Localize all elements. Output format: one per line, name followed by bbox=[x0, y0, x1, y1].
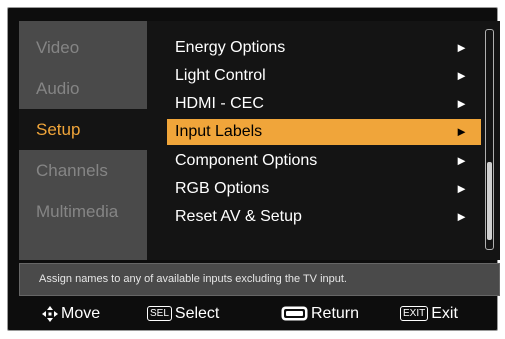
arrow-right-icon: ► bbox=[455, 40, 468, 55]
menu-item-hdmi-cec[interactable]: HDMI - CEC ► bbox=[167, 91, 481, 117]
sel-key-icon: SEL bbox=[147, 306, 172, 321]
return-hint: Return bbox=[281, 300, 359, 328]
sidebar-item-setup[interactable]: Setup bbox=[19, 109, 147, 150]
sidebar-item-channels[interactable]: Channels bbox=[19, 150, 147, 191]
setup-menu-panel: Energy Options ► Light Control ► HDMI - … bbox=[147, 21, 500, 260]
menu-item-energy-options[interactable]: Energy Options ► bbox=[167, 35, 481, 61]
menu-item-label: Input Labels bbox=[175, 123, 263, 140]
menu-item-reset-av-setup[interactable]: Reset AV & Setup ► bbox=[167, 204, 481, 230]
menu-item-label: HDMI - CEC bbox=[175, 95, 264, 112]
arrow-right-icon: ► bbox=[455, 209, 468, 224]
sidebar-item-video[interactable]: Video bbox=[19, 27, 147, 68]
category-sidebar: Video Audio Setup Channels Multimedia bbox=[19, 21, 147, 260]
arrow-right-icon: ► bbox=[455, 124, 468, 139]
arrow-right-icon: ► bbox=[455, 96, 468, 111]
menu-item-label: Component Options bbox=[175, 152, 318, 169]
help-text: Assign names to any of available inputs … bbox=[39, 273, 347, 285]
arrow-right-icon: ► bbox=[455, 153, 468, 168]
menu-item-rgb-options[interactable]: RGB Options ► bbox=[167, 176, 481, 202]
return-label: Return bbox=[311, 305, 360, 322]
menu-item-light-control[interactable]: Light Control ► bbox=[167, 63, 481, 89]
menu-item-label: RGB Options bbox=[175, 180, 270, 197]
dpad-icon bbox=[42, 305, 58, 322]
move-label: Move bbox=[61, 305, 101, 322]
exit-label: Exit bbox=[431, 305, 458, 322]
arrow-right-icon: ► bbox=[455, 68, 468, 83]
menu-item-label: Reset AV & Setup bbox=[175, 208, 302, 225]
sidebar-item-multimedia[interactable]: Multimedia bbox=[19, 191, 147, 232]
arrow-right-icon: ► bbox=[455, 181, 468, 196]
menu-item-component-options[interactable]: Component Options ► bbox=[167, 148, 481, 174]
return-button-icon bbox=[281, 306, 308, 321]
scrollbar-thumb[interactable] bbox=[487, 162, 492, 240]
help-bar: Assign names to any of available inputs … bbox=[19, 263, 500, 296]
menu-scrollbar[interactable] bbox=[485, 29, 494, 250]
menu-item-input-labels[interactable]: Input Labels ► bbox=[167, 119, 481, 145]
sidebar-item-audio[interactable]: Audio bbox=[19, 68, 147, 109]
exit-hint: EXIT Exit bbox=[400, 300, 458, 328]
menu-item-label: Energy Options bbox=[175, 39, 286, 56]
exit-key-icon: EXIT bbox=[400, 306, 429, 321]
button-guide: Move SEL Select Return EXIT Exit bbox=[19, 300, 500, 328]
select-hint: SEL Select bbox=[147, 300, 219, 328]
move-hint: Move bbox=[42, 300, 100, 328]
menu-item-label: Light Control bbox=[175, 67, 266, 84]
select-label: Select bbox=[174, 305, 220, 322]
